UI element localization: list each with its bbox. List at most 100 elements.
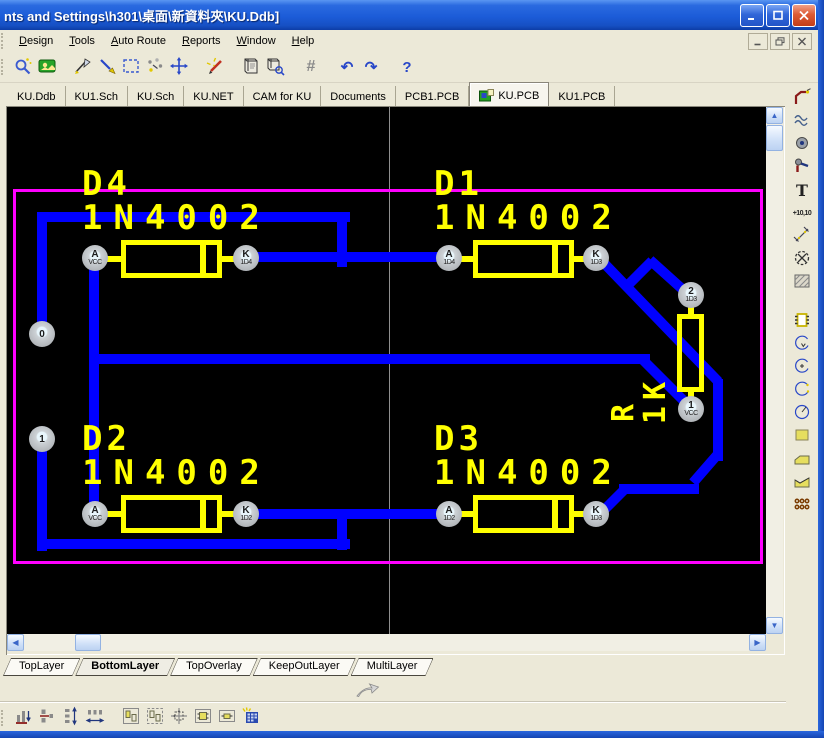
diode-body-d1[interactable] bbox=[473, 240, 574, 278]
arc-edge-icon[interactable] bbox=[791, 334, 813, 354]
maximize-button[interactable] bbox=[766, 4, 790, 27]
trace-segment[interactable] bbox=[713, 379, 723, 461]
scroll-up-button[interactable]: ▲ bbox=[766, 107, 783, 124]
vertical-scrollbar[interactable]: ▲ ▼ bbox=[766, 107, 783, 634]
mdi-restore-button[interactable] bbox=[770, 33, 790, 50]
menu-reports[interactable]: Reports bbox=[174, 32, 229, 50]
pad-d3-k[interactable]: K1D3 bbox=[583, 501, 609, 527]
mdi-minimize-button[interactable] bbox=[748, 33, 768, 50]
distribute-vertical-icon[interactable] bbox=[59, 707, 83, 729]
silk-d4-ref[interactable]: D4 bbox=[82, 169, 131, 199]
silk-r-value[interactable]: 1K bbox=[642, 372, 670, 428]
pad-d2-a[interactable]: AVCC bbox=[82, 501, 108, 527]
arc-center-icon[interactable] bbox=[791, 357, 813, 377]
wand-icon[interactable] bbox=[203, 56, 227, 78]
menu-help[interactable]: Help bbox=[284, 32, 323, 50]
place-via-icon[interactable] bbox=[791, 157, 813, 177]
scroll-left-button[interactable]: ◀ bbox=[7, 634, 24, 651]
tab-pcb1-pcb[interactable]: PCB1.PCB bbox=[396, 86, 469, 106]
redo-icon[interactable]: ↷ bbox=[359, 56, 383, 78]
arc-angle-icon[interactable] bbox=[791, 380, 813, 400]
vertical-scroll-thumb[interactable] bbox=[766, 125, 783, 151]
tab-ku-sch[interactable]: KU.Sch bbox=[128, 86, 184, 106]
place-curve-icon[interactable] bbox=[791, 111, 813, 131]
trace-segment[interactable] bbox=[246, 509, 454, 519]
grid-icon[interactable]: # bbox=[299, 56, 323, 78]
pad-r-2[interactable]: 21D3 bbox=[678, 282, 704, 308]
horizontal-scrollbar[interactable]: ◀ ▶ bbox=[7, 634, 766, 651]
silk-r-ref[interactable]: R bbox=[610, 382, 638, 438]
silk-d3-ref[interactable]: D3 bbox=[434, 424, 483, 454]
tab-ku-net[interactable]: KU.NET bbox=[184, 86, 243, 106]
zoom-icon[interactable] bbox=[11, 56, 35, 78]
select-rect-icon[interactable] bbox=[119, 56, 143, 78]
undo-icon[interactable]: ↶ bbox=[335, 56, 359, 78]
library-search-icon[interactable] bbox=[263, 56, 287, 78]
trace-segment[interactable] bbox=[37, 539, 350, 549]
toolbar-grip[interactable] bbox=[1, 59, 8, 75]
arrange-selection-icon[interactable] bbox=[143, 707, 167, 729]
rearrange-icon[interactable] bbox=[143, 56, 167, 78]
align-middle-icon[interactable] bbox=[35, 707, 59, 729]
distribute-horizontal-icon[interactable] bbox=[83, 707, 107, 729]
trace-segment[interactable] bbox=[94, 354, 650, 364]
place-pad-icon[interactable] bbox=[791, 134, 813, 154]
pcb-canvas[interactable]: D41N4002D11N4002D21N4002D31N4002R1K 01AV… bbox=[7, 107, 766, 634]
diode-body-d2[interactable] bbox=[121, 495, 222, 533]
trace-segment[interactable] bbox=[37, 212, 47, 334]
layer-tab-keepoutlayer[interactable]: KeepOutLayer bbox=[253, 658, 356, 676]
menubar-grip[interactable] bbox=[1, 33, 8, 49]
pad-d3-a[interactable]: A1D2 bbox=[436, 501, 462, 527]
place-room-icon[interactable] bbox=[791, 249, 813, 269]
pad-1[interactable]: 1 bbox=[29, 426, 55, 452]
polygon-plane-icon[interactable] bbox=[791, 449, 813, 469]
update-grid-icon[interactable] bbox=[239, 707, 263, 729]
trace-segment[interactable] bbox=[619, 484, 699, 494]
pad-r-1[interactable]: 1VCC bbox=[678, 396, 704, 422]
arrange-inside-area-icon[interactable] bbox=[119, 707, 143, 729]
menu-auto-route[interactable]: Auto Route bbox=[103, 32, 174, 50]
place-coordinate-icon[interactable]: +10,10 bbox=[791, 203, 813, 223]
layer-tab-bottomlayer[interactable]: BottomLayer bbox=[75, 658, 175, 676]
place-single-component-icon[interactable] bbox=[215, 707, 239, 729]
image-browse-icon[interactable] bbox=[35, 56, 59, 78]
tab-documents[interactable]: Documents bbox=[321, 86, 396, 106]
tab-ku1-sch[interactable]: KU1.Sch bbox=[66, 86, 128, 106]
pad-d1-a[interactable]: A1D4 bbox=[436, 245, 462, 271]
pad-d4-k[interactable]: K1D4 bbox=[233, 245, 259, 271]
layer-tab-topoverlay[interactable]: TopOverlay bbox=[170, 658, 258, 676]
place-track-icon[interactable] bbox=[791, 88, 813, 108]
pad-d2-k[interactable]: K1D2 bbox=[233, 501, 259, 527]
menu-tools[interactable]: Tools bbox=[61, 32, 103, 50]
tab-ku1-pcb[interactable]: KU1.PCB bbox=[549, 86, 615, 106]
mdi-close-button[interactable] bbox=[792, 33, 812, 50]
tab-ku-ddb[interactable]: KU.Ddb bbox=[8, 86, 66, 106]
menu-design[interactable]: Design bbox=[11, 32, 61, 50]
pad-0[interactable]: 0 bbox=[29, 321, 55, 347]
diode-body-d3[interactable] bbox=[473, 495, 574, 533]
knife-icon[interactable] bbox=[71, 56, 95, 78]
place-string-icon[interactable]: T bbox=[791, 180, 813, 200]
trace-segment[interactable] bbox=[246, 252, 454, 262]
title-bar[interactable]: nts and Settings\h301\桌面\新資料夾\KU.Ddb] bbox=[0, 0, 824, 30]
help-icon[interactable]: ? bbox=[395, 56, 419, 78]
arrange-room-icon[interactable] bbox=[191, 707, 215, 729]
pad-d4-a[interactable]: AVCC bbox=[82, 245, 108, 271]
scroll-right-button[interactable]: ▶ bbox=[749, 634, 766, 651]
place-dimension-icon[interactable] bbox=[791, 226, 813, 246]
menu-window[interactable]: Window bbox=[229, 32, 284, 50]
split-plane-icon[interactable] bbox=[791, 472, 813, 492]
silk-d3-value[interactable]: 1N4002 bbox=[434, 458, 623, 488]
bottombar-grip[interactable] bbox=[1, 710, 8, 726]
tab-ku-pcb[interactable]: KU.PCB bbox=[469, 82, 549, 106]
trace-segment[interactable] bbox=[37, 439, 47, 551]
place-fill-hatch-icon[interactable] bbox=[791, 272, 813, 292]
silk-d2-value[interactable]: 1N4002 bbox=[82, 458, 271, 488]
minimize-button[interactable] bbox=[740, 4, 764, 27]
tab-cam-for-ku[interactable]: CAM for KU bbox=[244, 86, 322, 106]
resistor-body[interactable] bbox=[677, 314, 704, 392]
silk-d2-ref[interactable]: D2 bbox=[82, 424, 131, 454]
wire-icon[interactable] bbox=[95, 56, 119, 78]
pad-array-icon[interactable] bbox=[791, 495, 813, 515]
layer-tab-multilayer[interactable]: MultiLayer bbox=[351, 658, 434, 676]
